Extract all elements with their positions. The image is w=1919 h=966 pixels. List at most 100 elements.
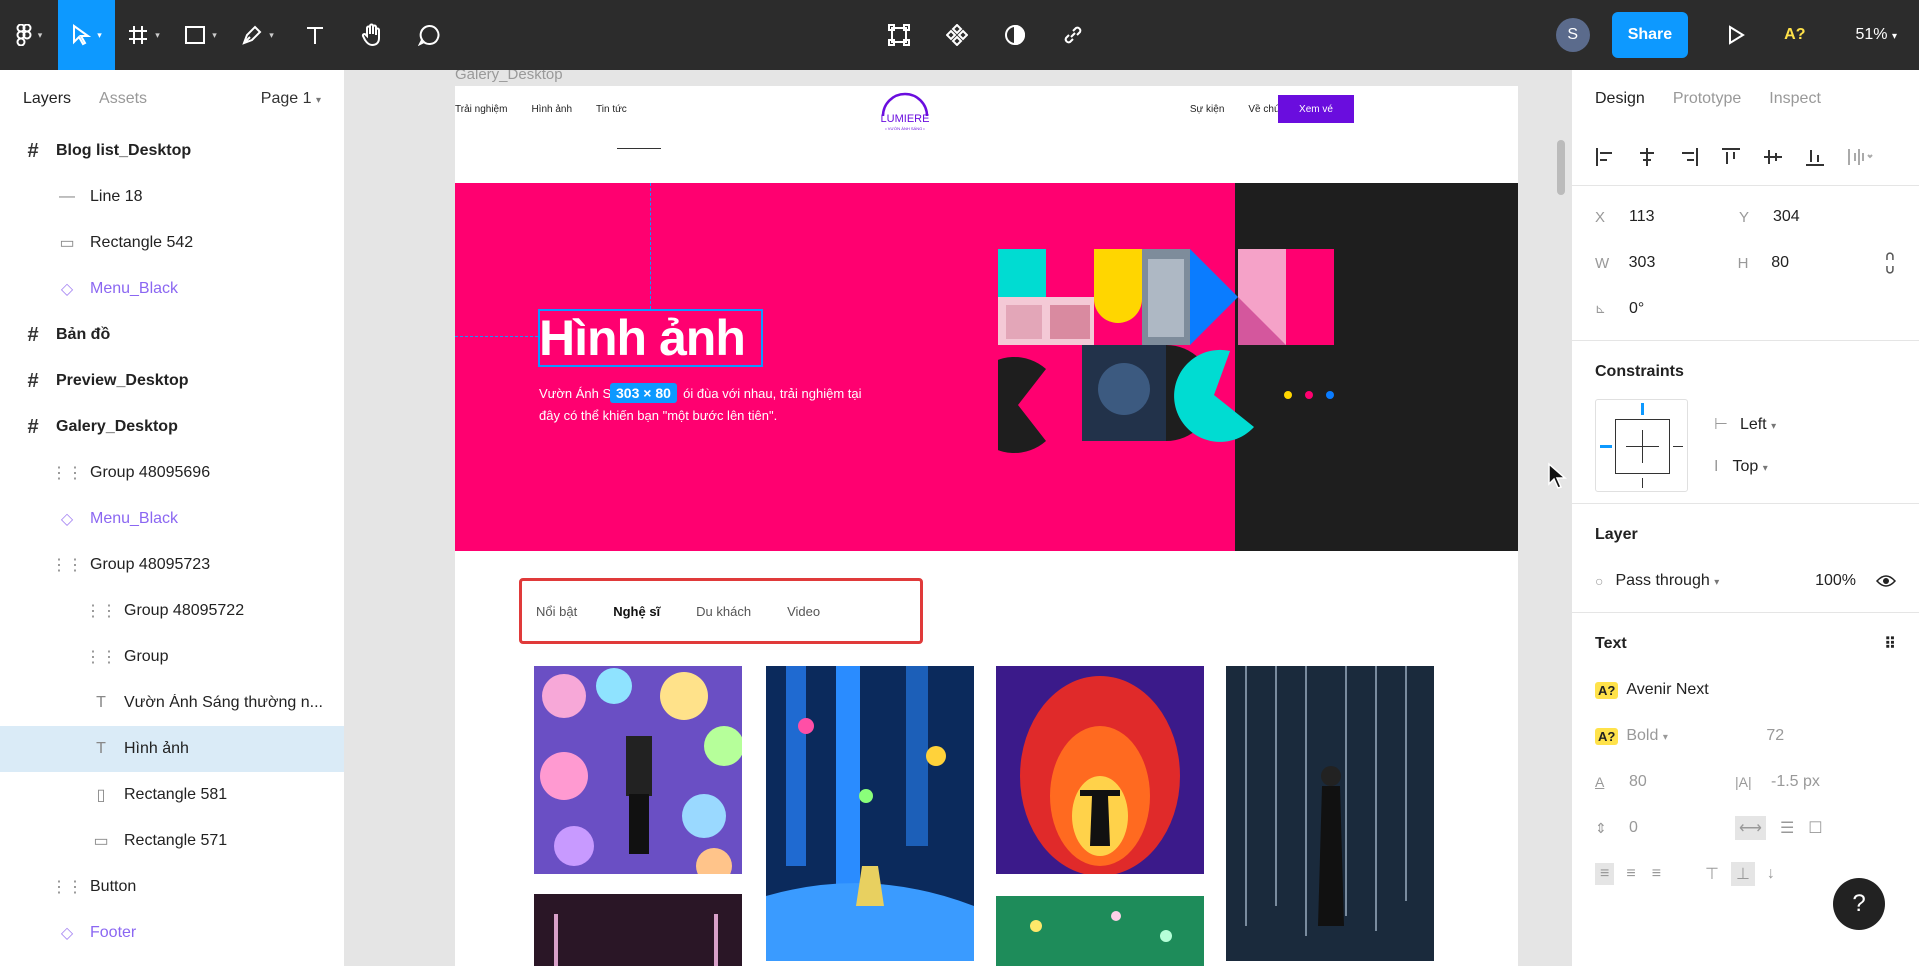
nav-link[interactable]: Sự kiện — [1190, 104, 1225, 115]
help-button[interactable]: ? — [1833, 878, 1885, 930]
font-weight-select[interactable]: Bold ▾ — [1626, 727, 1766, 745]
layer-row[interactable]: ◇ Menu_Black — [0, 266, 344, 312]
align-right-icon[interactable] — [1679, 147, 1699, 167]
design-canvas[interactable]: Galery_Desktop Trải nghiệm Hình ảnh Tin … — [345, 70, 1571, 966]
layer-row[interactable]: ⋮⋮ Group 48095723 — [0, 542, 344, 588]
distribute-icon[interactable] — [1847, 147, 1873, 167]
tab-noi-bat[interactable]: Nổi bật — [536, 604, 577, 619]
text-styles-icon[interactable]: ⠿ — [1884, 634, 1896, 654]
layer-row[interactable]: T Vườn Ánh Sáng thường n... — [0, 680, 344, 726]
accessibility-badge[interactable]: A? — [1784, 26, 1805, 44]
layer-row[interactable]: ⋮⋮ Group — [0, 634, 344, 680]
nav-link[interactable]: Trải nghiệm — [455, 104, 507, 115]
gallery-photo-dark-room[interactable] — [534, 894, 742, 966]
font-family-select[interactable]: Avenir Next — [1626, 681, 1708, 699]
align-text-center-icon[interactable]: ≡ — [1626, 865, 1635, 883]
layer-row[interactable]: # Bản đồ — [0, 312, 344, 358]
align-top-icon[interactable] — [1721, 147, 1741, 167]
layer-row[interactable]: ⋮⋮ Group 48095696 — [0, 450, 344, 496]
mask-button[interactable] — [996, 0, 1034, 70]
width-input[interactable]: 303 — [1629, 254, 1738, 272]
layer-row[interactable]: ⋮⋮ Group 48095722 — [0, 588, 344, 634]
canvas-scrollbar[interactable] — [1557, 140, 1565, 195]
component-button[interactable] — [938, 0, 976, 70]
layer-row[interactable]: ◇ Menu_Black — [0, 496, 344, 542]
layer-row[interactable]: ◇ Footer — [0, 910, 344, 956]
tab-video[interactable]: Video — [787, 604, 820, 619]
layer-row[interactable]: ⋮⋮ Button — [0, 864, 344, 910]
paragraph-spacing-input[interactable]: 0 — [1629, 819, 1735, 837]
constraints-widget[interactable] — [1595, 398, 1688, 492]
align-vertical-center-icon[interactable] — [1763, 147, 1783, 167]
fixed-size-icon[interactable]: ☐ — [1808, 818, 1822, 838]
align-text-top-icon[interactable]: ⊤ — [1705, 864, 1719, 884]
layer-row[interactable]: ▭ Rectangle 571 — [0, 818, 344, 864]
frame-name-label[interactable]: Galery_Desktop — [455, 70, 563, 83]
gallery-photo-lights[interactable] — [1226, 666, 1434, 961]
auto-height-icon[interactable]: ☰ — [1780, 818, 1794, 838]
layer-row[interactable]: — Line 18 — [0, 174, 344, 220]
hero-subtitle[interactable]: Vườn Ánh Sói đùa với nhau, trải nghiệm t… — [539, 383, 869, 427]
frame-tool-button[interactable]: ▾ — [115, 0, 172, 70]
opacity-input[interactable]: 100% — [1815, 572, 1856, 590]
present-play-icon[interactable] — [1724, 23, 1748, 47]
constraint-top-handle[interactable] — [1641, 402, 1644, 415]
align-text-left-icon[interactable]: ≡ — [1595, 863, 1615, 885]
layer-row[interactable]: ▭ Rectangle 542 — [0, 220, 344, 266]
x-input[interactable]: 113 — [1629, 208, 1739, 226]
text-tool-button[interactable] — [286, 0, 343, 70]
nav-link[interactable]: Tin tức — [596, 104, 627, 115]
layer-row[interactable]: T Hình ảnh — [0, 726, 344, 772]
align-text-middle-icon[interactable]: ⊥ — [1730, 862, 1755, 886]
shape-tool-button[interactable]: ▾ — [172, 0, 229, 70]
line-height-input[interactable]: 80 — [1629, 773, 1735, 791]
tab-nghe-si[interactable]: Nghệ sĩ — [613, 604, 660, 619]
tab-design[interactable]: Design — [1595, 90, 1645, 108]
tab-inspect[interactable]: Inspect — [1769, 90, 1821, 108]
auto-width-icon[interactable]: ⟷ — [1735, 816, 1766, 840]
transform-button[interactable] — [880, 0, 918, 70]
gallery-photo-meadow[interactable] — [996, 896, 1204, 966]
height-input[interactable]: 80 — [1771, 254, 1880, 272]
user-avatar[interactable]: S — [1555, 18, 1590, 52]
hand-tool-button[interactable] — [343, 0, 400, 70]
page-selector[interactable]: Page 1 ▾ — [261, 90, 321, 108]
buy-ticket-button[interactable]: Xem vé — [1278, 95, 1354, 123]
eye-icon[interactable] — [1876, 574, 1896, 588]
tab-prototype[interactable]: Prototype — [1673, 90, 1741, 108]
layer-row[interactable]: # Blog list_Desktop — [0, 128, 344, 174]
constrain-proportions-icon[interactable] — [1884, 252, 1896, 274]
layer-row[interactable]: ▯ Rectangle 581 — [0, 772, 344, 818]
vertical-constraint-select[interactable]: I Top ▾ — [1714, 458, 1776, 476]
share-button[interactable]: Share — [1611, 12, 1689, 58]
figma-menu-button[interactable]: ▾ — [0, 0, 58, 70]
galery-desktop-frame[interactable]: Trải nghiệm Hình ảnh Tin tức LUMIERE • V… — [455, 86, 1518, 966]
horizontal-constraint-select[interactable]: ⊢ Left ▾ — [1714, 414, 1776, 434]
zoom-dropdown[interactable]: 51% ▾ — [1855, 26, 1897, 44]
selection-box[interactable] — [538, 309, 763, 367]
gallery-photo-waterfall[interactable] — [766, 666, 974, 961]
link-button[interactable] — [1054, 0, 1092, 70]
align-text-right-icon[interactable]: ≡ — [1652, 865, 1661, 883]
gallery-photo-cave[interactable] — [996, 666, 1204, 874]
nav-link[interactable]: Hình ảnh — [531, 104, 572, 115]
letter-spacing-input[interactable]: -1.5 px — [1771, 773, 1820, 791]
pen-tool-button[interactable]: ▾ — [229, 0, 286, 70]
layer-row[interactable]: # Preview_Desktop — [0, 358, 344, 404]
layer-row[interactable]: # Galery_Desktop — [0, 404, 344, 450]
align-left-icon[interactable] — [1595, 147, 1615, 167]
move-tool-button[interactable]: ▾ — [58, 0, 115, 70]
rotation-input[interactable]: 0° — [1629, 300, 1739, 318]
comment-tool-button[interactable] — [400, 0, 457, 70]
gallery-photo-lanterns[interactable] — [534, 666, 742, 874]
constraint-left-handle[interactable] — [1600, 444, 1612, 448]
y-input[interactable]: 304 — [1773, 208, 1883, 226]
blend-mode-select[interactable]: Pass through ▾ — [1615, 572, 1719, 590]
align-horizontal-center-icon[interactable] — [1637, 147, 1657, 167]
tab-du-khach[interactable]: Du khách — [696, 604, 751, 619]
align-text-bottom-icon[interactable]: ↓ — [1767, 865, 1775, 883]
tab-assets[interactable]: Assets — [99, 90, 147, 108]
align-bottom-icon[interactable] — [1805, 147, 1825, 167]
tab-layers[interactable]: Layers — [23, 90, 71, 108]
font-size-input[interactable]: 72 — [1766, 727, 1784, 745]
